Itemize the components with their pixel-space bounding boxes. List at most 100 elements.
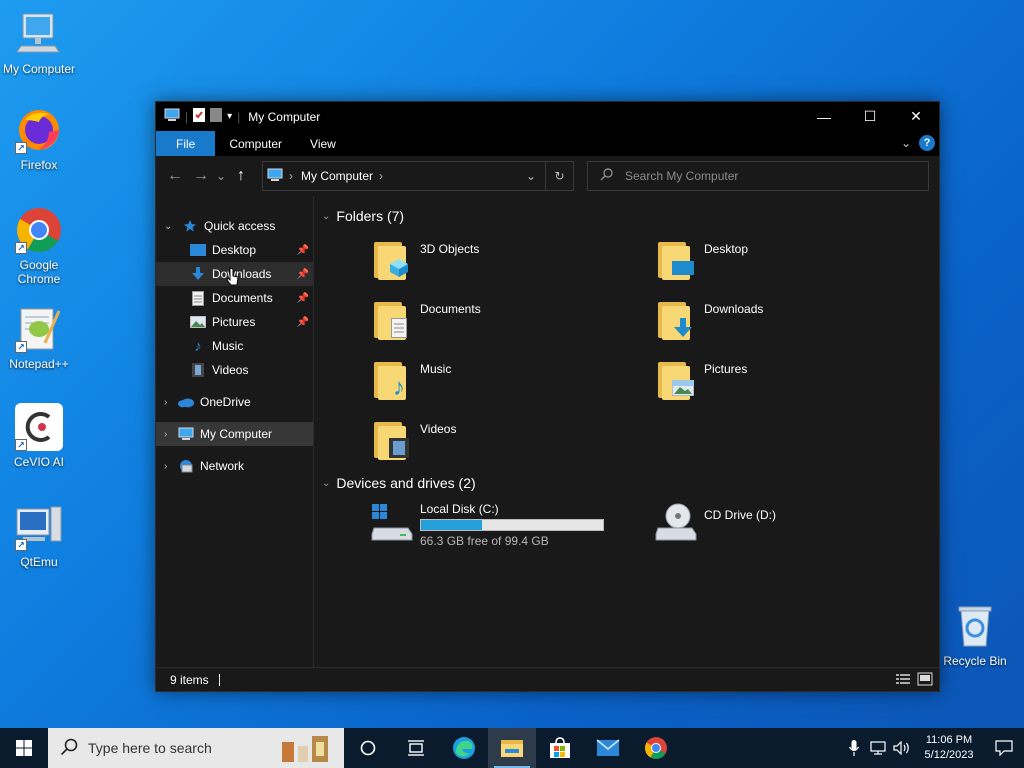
windows-logo-icon: [16, 740, 32, 756]
drives-section-header[interactable]: ⌄ Devices and drives (2): [322, 475, 476, 491]
taskbar-mail[interactable]: [584, 728, 632, 768]
desktop-icon-label: Recycle Bin: [943, 654, 1007, 668]
quick-access-toolbar-dropdown-icon[interactable]: ▾: [227, 111, 232, 122]
taskbar-chrome[interactable]: [632, 728, 680, 768]
windows-drive-icon: [370, 502, 414, 542]
sidebar-item-onedrive[interactable]: › OneDrive: [156, 390, 313, 414]
taskbar-edge[interactable]: [440, 728, 488, 768]
chevron-right-icon[interactable]: ›: [164, 461, 167, 472]
tab-computer[interactable]: Computer: [215, 131, 296, 156]
taskbar-search-input[interactable]: Type here to search: [88, 740, 212, 756]
forward-button[interactable]: →: [188, 163, 214, 189]
start-button[interactable]: [0, 728, 48, 768]
drive-item-local-disk-c[interactable]: Local Disk (C:) 66.3 GB free of 99.4 GB: [370, 502, 604, 548]
folder-item-videos[interactable]: Videos: [374, 416, 456, 460]
status-bar: 9 items: [156, 667, 939, 691]
microphone-icon[interactable]: [842, 728, 866, 768]
system-clock[interactable]: 11:06 PM 5/12/2023: [914, 733, 984, 763]
sidebar-item-network[interactable]: › Network: [156, 454, 313, 478]
ribbon-tabs: File Computer View ⌄ ?: [156, 131, 939, 156]
title-bar[interactable]: | ▾ | My Computer — ☐ ✕: [156, 102, 939, 131]
drive-item-cd-drive-d[interactable]: CD Drive (D:): [654, 502, 776, 542]
desktop-icon-cevio[interactable]: ↗ CeVIO AI: [1, 403, 77, 469]
folder-item-downloads[interactable]: Downloads: [658, 296, 763, 340]
breadcrumb[interactable]: My Computer: [301, 169, 373, 183]
desktop-icon-my-computer[interactable]: My Computer: [1, 10, 77, 76]
folder-item-documents[interactable]: Documents: [374, 296, 481, 340]
network-status-icon[interactable]: [866, 728, 890, 768]
help-icon[interactable]: ?: [919, 135, 935, 151]
pin-icon[interactable]: 📌: [297, 293, 309, 304]
divider: |: [185, 109, 189, 124]
cd-drive-icon: [654, 502, 698, 542]
desktop-icon-notepadpp[interactable]: ↗ Notepad++: [1, 305, 77, 371]
sidebar-item-music[interactable]: ♪ Music: [156, 334, 313, 358]
sidebar-item-desktop[interactable]: Desktop 📌: [156, 238, 313, 262]
desktop-icon-recycle-bin[interactable]: Recycle Bin: [937, 602, 1013, 668]
refresh-icon[interactable]: ↻: [545, 162, 573, 190]
chevron-down-icon[interactable]: ⌄: [322, 211, 330, 222]
folder-item-pictures[interactable]: Pictures: [658, 356, 747, 400]
properties-icon[interactable]: [193, 108, 206, 125]
clock-date: 5/12/2023: [924, 749, 974, 761]
breadcrumb-separator[interactable]: ›: [379, 169, 383, 183]
taskbar-search-box[interactable]: Type here to search: [48, 728, 344, 768]
tab-view[interactable]: View: [296, 131, 350, 156]
desktop-icon-firefox[interactable]: ↗ Firefox: [1, 106, 77, 172]
expand-ribbon-icon[interactable]: ⌄: [901, 136, 911, 150]
new-folder-icon[interactable]: [210, 108, 223, 125]
pin-icon[interactable]: 📌: [297, 317, 309, 328]
back-button[interactable]: ←: [162, 163, 188, 189]
desktop-icon-label: Google Chrome: [17, 258, 61, 286]
details-view-icon[interactable]: [895, 672, 911, 686]
large-icons-view-icon[interactable]: [917, 672, 933, 686]
task-view-button[interactable]: [392, 728, 440, 768]
maximize-button[interactable]: ☐: [847, 102, 893, 131]
drive-name: Local Disk (C:): [420, 502, 499, 516]
volume-icon[interactable]: [890, 728, 914, 768]
breadcrumb-separator[interactable]: ›: [289, 169, 293, 183]
tab-file[interactable]: File: [156, 131, 216, 156]
cortana-button[interactable]: [344, 728, 392, 768]
recent-locations-button[interactable]: ⌄: [214, 163, 228, 189]
sidebar-item-label: OneDrive: [200, 395, 251, 409]
folder-item-music[interactable]: ♪ Music: [374, 356, 451, 401]
chevron-down-icon[interactable]: ⌄: [322, 478, 330, 489]
minimize-button[interactable]: —: [801, 102, 847, 131]
folder-name: Pictures: [704, 362, 748, 376]
folder-item-desktop[interactable]: Desktop: [658, 236, 748, 280]
up-button[interactable]: ↑: [228, 163, 254, 189]
taskbar-file-explorer[interactable]: [488, 728, 536, 768]
sidebar-item-videos[interactable]: Videos: [156, 358, 313, 382]
desktop-icon-label: My Computer: [2, 62, 76, 76]
folder-name: Desktop: [704, 242, 749, 256]
network-icon: [178, 458, 194, 474]
sidebar-item-label: Downloads: [212, 267, 272, 281]
search-box[interactable]: Search My Computer: [587, 161, 929, 191]
chevron-right-icon[interactable]: ›: [164, 397, 167, 408]
address-bar[interactable]: › My Computer › ⌄ ↻: [262, 161, 574, 191]
chevron-right-icon[interactable]: ›: [164, 429, 167, 440]
desktop-icon-qtemu[interactable]: ↗ QtEmu: [1, 503, 77, 569]
search-input[interactable]: Search My Computer: [625, 169, 738, 183]
address-dropdown-icon[interactable]: ⌄: [517, 162, 545, 190]
pin-icon[interactable]: 📌: [297, 245, 309, 256]
divider: |: [237, 109, 241, 124]
edge-icon: [453, 737, 475, 759]
folder-item-3d-objects[interactable]: 3D Objects: [374, 236, 479, 280]
computer-icon: [15, 10, 63, 58]
search-highlight-icon[interactable]: [276, 732, 336, 767]
window-title: My Computer: [248, 109, 321, 124]
navigation-bar: ← → ⌄ ↑ › My Computer › ⌄ ↻ Search My Co…: [156, 156, 939, 196]
folders-section-header[interactable]: ⌄ Folders (7): [322, 208, 404, 224]
sidebar-item-pictures[interactable]: Pictures 📌: [156, 310, 313, 334]
sidebar-item-label: Quick access: [204, 219, 276, 233]
pin-icon[interactable]: 📌: [297, 269, 309, 280]
close-button[interactable]: ✕: [893, 102, 939, 131]
taskbar-store[interactable]: [536, 728, 584, 768]
sidebar-item-quick-access[interactable]: ⌄ Quick access: [156, 214, 313, 238]
chevron-down-icon[interactable]: ⌄: [164, 221, 172, 232]
sidebar-item-my-computer[interactable]: › My Computer: [156, 422, 313, 446]
desktop-icon-chrome[interactable]: ↗ Google Chrome: [1, 206, 77, 286]
notifications-button[interactable]: [984, 728, 1024, 768]
